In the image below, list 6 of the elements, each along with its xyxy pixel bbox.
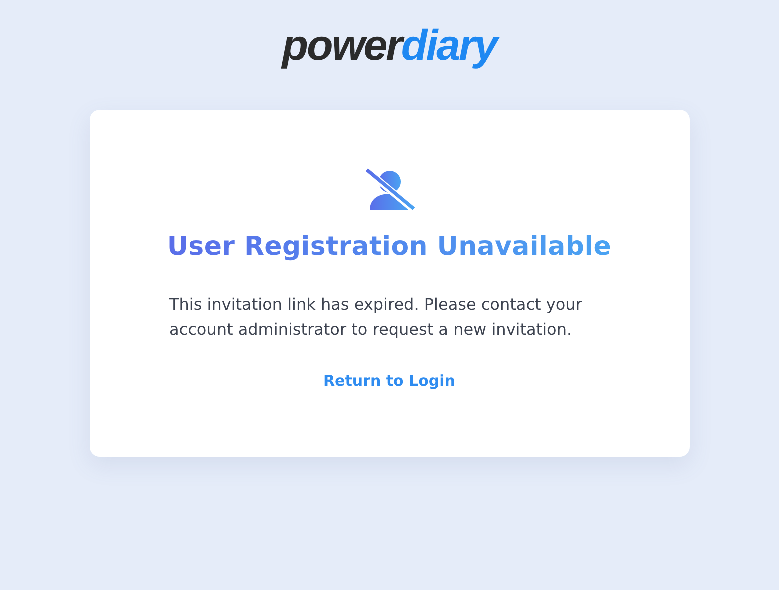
return-to-login-link[interactable]: Return to Login bbox=[324, 372, 456, 390]
logo-text: diary bbox=[401, 24, 497, 68]
expired-message: This invitation link has expired. Please contact your account administrator to request a new invitation. bbox=[170, 294, 584, 341]
logo-text: power bbox=[282, 24, 402, 68]
page-title: User Registration Unavailable bbox=[167, 232, 612, 262]
user-unavailable-icon bbox=[364, 168, 416, 212]
